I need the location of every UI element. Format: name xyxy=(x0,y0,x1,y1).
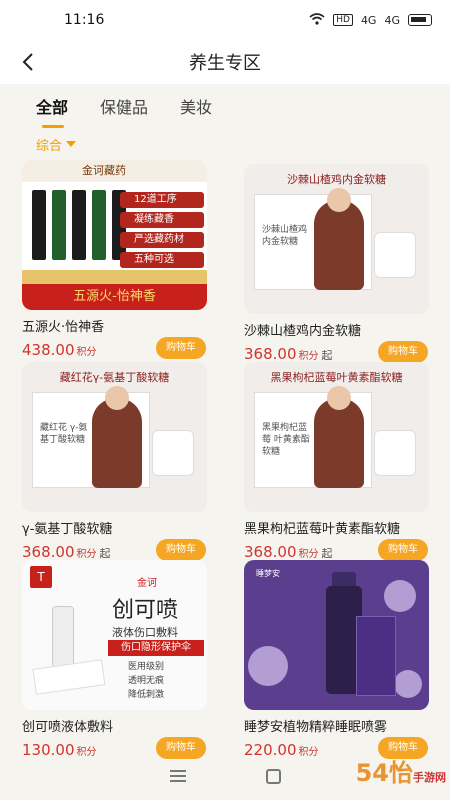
status-icons: HD 4G 4G xyxy=(309,12,432,28)
tab-all[interactable]: 全部 xyxy=(36,90,68,130)
bottles-illustration xyxy=(32,190,126,260)
product-card[interactable]: T 金诃 创可喷 液体伤口敷料 伤口隐形保护伞 医用级别 透明无痕 降低刺激 创… xyxy=(22,560,212,765)
caret-down-icon xyxy=(66,141,77,147)
illustration xyxy=(314,386,364,488)
watermark-small: 手游网 xyxy=(413,771,446,784)
product-name[interactable]: 睡梦安植物精粹睡眠喷雾 xyxy=(244,716,434,735)
price-unit: 积分 xyxy=(298,549,319,560)
price-suffix: 起 xyxy=(99,547,111,560)
product-name[interactable]: γ-氨基丁酸软糖 xyxy=(22,518,212,537)
image-brand: 金诃 xyxy=(137,578,157,589)
image-box-text: 藏红花 γ-氨基丁酸软糖 xyxy=(40,423,88,445)
image-feature: 医用级别 xyxy=(128,662,165,672)
image-feature: 降低刺激 xyxy=(128,690,165,700)
image-text: 睡梦安 xyxy=(256,569,280,578)
image-feature: 严选藏药材 xyxy=(120,232,204,248)
product-image[interactable]: 藏红花γ-氨基丁酸软糖 藏红花 γ-氨基丁酸软糖 xyxy=(22,362,207,512)
signal-icon: 4G xyxy=(360,13,377,27)
sort-label: 综合 xyxy=(36,138,63,154)
status-bar: 11:16 HD 4G 4G xyxy=(0,0,450,40)
price-unit: 积分 xyxy=(76,549,97,560)
page-title: 养生专区 xyxy=(189,53,261,74)
battery-icon xyxy=(408,14,432,26)
product-image[interactable]: 黑果枸杞蓝莓叶黄素酯软糖 黑果枸杞蓝莓 叶黄素酯软糖 xyxy=(244,362,429,512)
product-name[interactable]: 沙棘山楂鸡内金软糖 xyxy=(244,320,434,339)
image-brand: 金诃藏药 xyxy=(22,160,207,182)
illustration xyxy=(314,188,364,290)
image-ribbon: 伤口隐形保护伞 xyxy=(108,640,204,656)
product-card[interactable]: 睡梦安 睡梦安植物精粹睡眠喷雾 220.00 积分 购物车 xyxy=(244,560,434,765)
image-subtitle: 液体伤口敷料 xyxy=(112,626,178,639)
image-title: 创可喷 xyxy=(112,598,179,623)
product-price: 438.00 xyxy=(22,341,75,359)
add-to-cart-button[interactable]: 购物车 xyxy=(378,539,428,561)
add-to-cart-button[interactable]: 购物车 xyxy=(378,341,428,363)
product-price: 368.00 xyxy=(244,543,297,561)
add-to-cart-button[interactable]: 购物车 xyxy=(156,539,206,561)
image-banner: 五源火-怡神香 xyxy=(22,284,207,310)
price-unit: 积分 xyxy=(76,347,97,358)
image-feature: 五种可选 xyxy=(120,252,204,268)
home-icon[interactable] xyxy=(265,768,281,784)
image-title: 沙棘山楂鸡内金软糖 xyxy=(287,173,386,186)
product-price: 368.00 xyxy=(22,543,75,561)
app-header: 养生专区 xyxy=(0,40,450,84)
watermark: 54怡手游网 xyxy=(306,748,446,798)
tab-health-products[interactable]: 保健品 xyxy=(100,90,148,130)
image-feature: 透明无痕 xyxy=(128,676,165,686)
tab-beauty[interactable]: 美妆 xyxy=(180,90,212,130)
product-card[interactable]: 黑果枸杞蓝莓叶黄素酯软糖 黑果枸杞蓝莓 叶黄素酯软糖 黑果枸杞蓝莓叶黄素酯软糖 … xyxy=(244,362,434,567)
hd-icon: HD xyxy=(333,14,353,26)
status-time: 11:16 xyxy=(64,12,105,28)
image-feature: 12道工序 xyxy=(120,192,204,208)
image-title: 藏红花γ-氨基丁酸软糖 xyxy=(59,371,170,384)
chevron-left-icon xyxy=(22,53,33,71)
back-button[interactable] xyxy=(14,48,42,76)
product-card[interactable]: 沙棘山楂鸡内金软糖 沙棘山楂鸡内金软糖 沙棘山楂鸡内金软糖 368.00 积分 … xyxy=(244,164,434,369)
product-image[interactable]: 睡梦安 xyxy=(244,560,429,710)
image-box-text: 沙棘山楂鸡内金软糖 xyxy=(262,225,308,247)
product-price: 368.00 xyxy=(244,345,297,363)
menu-icon[interactable] xyxy=(169,770,186,782)
illustration xyxy=(92,386,142,488)
add-to-cart-button[interactable]: 购物车 xyxy=(156,337,206,359)
brand-logo: T xyxy=(30,566,52,588)
wifi-icon xyxy=(309,12,325,28)
product-card[interactable]: 藏红花γ-氨基丁酸软糖 藏红花 γ-氨基丁酸软糖 γ-氨基丁酸软糖 368.00… xyxy=(22,362,212,567)
category-tabs: 全部 保健品 美妆 xyxy=(0,90,450,130)
product-image[interactable]: 沙棘山楂鸡内金软糖 沙棘山楂鸡内金软糖 xyxy=(244,164,429,314)
price-suffix: 起 xyxy=(321,349,333,362)
product-card[interactable]: 金诃藏药 12道工序 凝练藏香 严选藏药材 五种可选 五源火-怡神香 五源火·怡… xyxy=(22,160,212,365)
price-suffix: 起 xyxy=(321,547,333,560)
spray-bottle-illustration xyxy=(52,606,74,668)
product-name[interactable]: 五源火·怡神香 xyxy=(22,316,212,335)
signal-icon-2: 4G xyxy=(384,13,400,27)
product-name[interactable]: 创可喷液体敷料 xyxy=(22,716,212,735)
product-name[interactable]: 黑果枸杞蓝莓叶黄素酯软糖 xyxy=(244,518,434,537)
product-image[interactable]: T 金诃 创可喷 液体伤口敷料 伤口隐形保护伞 医用级别 透明无痕 降低刺激 xyxy=(22,560,207,710)
image-title: 黑果枸杞蓝莓叶黄素酯软糖 xyxy=(270,371,403,384)
watermark-main: 54怡 xyxy=(355,759,413,787)
image-feature: 凝练藏香 xyxy=(120,212,204,228)
image-features: 医用级别 透明无痕 降低刺激 xyxy=(128,660,164,702)
image-box-text: 黑果枸杞蓝莓 叶黄素酯软糖 xyxy=(262,423,310,457)
price-unit: 积分 xyxy=(298,351,319,362)
sort-dropdown[interactable]: 综合 xyxy=(36,134,77,154)
product-image[interactable]: 金诃藏药 12道工序 凝练藏香 严选藏药材 五种可选 五源火-怡神香 xyxy=(22,160,207,310)
